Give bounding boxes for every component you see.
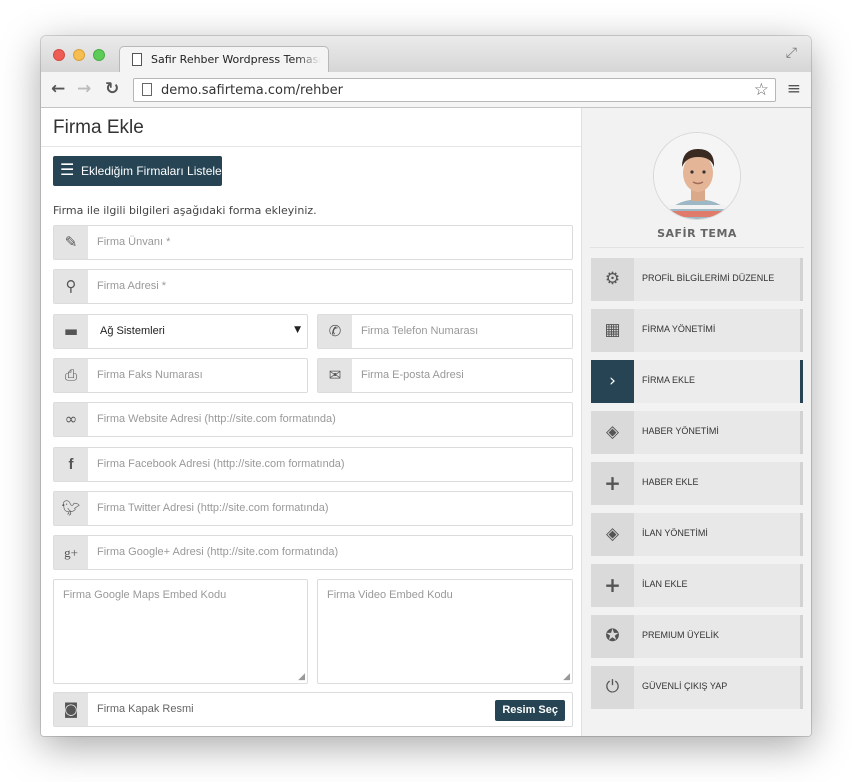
sidebar-item-news-management[interactable]: ◈ HABER YÖNETİMİ xyxy=(591,411,803,454)
bookmark-star-icon[interactable]: ☆ xyxy=(754,80,769,100)
sidebar-item-label: HABER EKLE xyxy=(642,477,699,487)
sidebar-item-label: İLAN YÖNETİMİ xyxy=(642,528,708,538)
browser-toolbar: ← → ↻ demo.safirtema.com/rehber ☆ ≡ xyxy=(41,72,811,108)
divider xyxy=(41,146,581,147)
sidebar-item-label: FİRMA YÖNETİMİ xyxy=(642,324,716,334)
maps-embed-placeholder: Firma Google Maps Embed Kodu xyxy=(63,589,227,601)
video-embed-textarea[interactable]: Firma Video Embed Kodu ◢ xyxy=(317,579,573,684)
profile-name: SAFİR TEMA xyxy=(657,227,737,240)
sidebar-item-premium[interactable]: ✪ PREMIUM ÜYELİK xyxy=(591,615,803,658)
browser-window: Safir Rehber Wordpress Teması ⤢ ← → ↻ de… xyxy=(41,36,811,736)
category-selected-value: Ağ Sistemleri xyxy=(100,325,165,337)
choose-image-button[interactable]: Resim Seç xyxy=(495,700,565,721)
sidebar-item-label: GÜVENLİ ÇIKIŞ YAP xyxy=(642,681,728,691)
cover-image-field[interactable]: ◙ Firma Kapak Resmi Resim Seç xyxy=(53,692,573,727)
minimize-window-button[interactable] xyxy=(73,49,85,61)
list-icon: ☰ xyxy=(60,160,75,179)
facebook-icon: f xyxy=(54,448,88,481)
twitter-icon: 🐦︎ xyxy=(54,492,88,525)
forward-arrow-icon[interactable]: → xyxy=(77,80,91,98)
fullscreen-icon[interactable]: ⤢ xyxy=(786,45,797,61)
resize-grip-icon[interactable]: ◢ xyxy=(298,672,305,682)
phone-field[interactable]: ✆ Firma Telefon Numarası xyxy=(317,314,573,349)
sidebar-item-label: İLAN EKLE xyxy=(642,579,688,589)
power-icon: ⏻ xyxy=(591,666,634,709)
avatar-image xyxy=(654,133,740,219)
plus-icon: + xyxy=(591,564,634,607)
sidebar-item-add-company[interactable]: › FİRMA EKLE xyxy=(591,360,803,403)
camera-icon: ◙ xyxy=(54,693,88,726)
plus-icon: + xyxy=(591,462,634,505)
reload-icon[interactable]: ↻ xyxy=(105,80,119,98)
sidebar-item-add-listing[interactable]: + İLAN EKLE xyxy=(591,564,803,607)
hamburger-menu-icon[interactable]: ≡ xyxy=(787,80,801,98)
facebook-field[interactable]: f Firma Facebook Adresi (http://site.com… xyxy=(53,447,573,482)
back-arrow-icon[interactable]: ← xyxy=(51,80,65,98)
fax-field[interactable]: ⎙ Firma Faks Numarası xyxy=(53,358,308,393)
resize-grip-icon[interactable]: ◢ xyxy=(563,672,570,682)
layers-icon: ◈ xyxy=(591,513,634,556)
googleplus-field[interactable]: g+ Firma Google+ Adresi (http://site.com… xyxy=(53,535,573,570)
sidebar-item-edit-profile[interactable]: ⚙ PROFİL BİLGİLERİMİ DÜZENLE xyxy=(591,258,803,301)
video-embed-placeholder: Firma Video Embed Kodu xyxy=(327,589,453,601)
intro-text: Firma ile ilgili bilgileri aşağıdaki for… xyxy=(53,204,317,217)
website-field[interactable]: ∞ Firma Website Adresi (http://site.com … xyxy=(53,402,573,437)
title-bar: Safir Rehber Wordpress Teması ⤢ xyxy=(41,36,811,73)
email-field[interactable]: ✉ Firma E-posta Adresi xyxy=(317,358,573,393)
envelope-icon: ✉ xyxy=(318,359,352,392)
gear-icon: ⚙ xyxy=(591,258,634,301)
url-text[interactable]: demo.safirtema.com/rehber xyxy=(161,83,343,98)
facebook-placeholder: Firma Facebook Adresi (http://site.com f… xyxy=(97,458,345,470)
award-icon: ✪ xyxy=(591,615,634,658)
sidebar: SAFİR TEMA ⚙ PROFİL BİLGİLERİMİ DÜZENLE … xyxy=(581,108,811,736)
address-bar[interactable]: demo.safirtema.com/rehber ☆ xyxy=(133,78,776,102)
phone-icon: ✆ xyxy=(318,315,352,348)
sidebar-item-label: PREMIUM ÜYELİK xyxy=(642,630,720,640)
category-select[interactable]: ▬ Ağ Sistemleri ▼ xyxy=(53,314,308,349)
browser-tab[interactable]: Safir Rehber Wordpress Teması xyxy=(119,46,329,73)
googleplus-placeholder: Firma Google+ Adresi (http://site.com fo… xyxy=(97,546,339,558)
website-placeholder: Firma Website Adresi (http://site.com fo… xyxy=(97,413,336,425)
zoom-window-button[interactable] xyxy=(93,49,105,61)
company-address-field[interactable]: ⚲ Firma Adresi * xyxy=(53,269,573,304)
page-content: Firma Ekle ☰ Eklediğim Firmaları Listele… xyxy=(41,108,811,736)
link-icon: ∞ xyxy=(54,403,88,436)
tab-title: Safir Rehber Wordpress Teması xyxy=(151,53,321,66)
close-window-button[interactable] xyxy=(53,49,65,61)
divider xyxy=(590,247,804,248)
sidebar-item-add-news[interactable]: + HABER EKLE xyxy=(591,462,803,505)
sidebar-item-logout[interactable]: ⏻ GÜVENLİ ÇIKIŞ YAP xyxy=(591,666,803,709)
maps-embed-textarea[interactable]: Firma Google Maps Embed Kodu ◢ xyxy=(53,579,308,684)
page-icon xyxy=(142,83,152,96)
email-placeholder: Firma E-posta Adresi xyxy=(361,369,464,381)
layers-icon: ◈ xyxy=(591,411,634,454)
building-icon: ▦ xyxy=(591,309,634,352)
main-panel: Firma Ekle ☰ Eklediğim Firmaları Listele… xyxy=(41,108,581,736)
location-pin-icon: ⚲ xyxy=(54,270,88,303)
avatar[interactable] xyxy=(653,132,741,220)
sidebar-item-label: HABER YÖNETİMİ xyxy=(642,426,719,436)
pen-icon: ✎ xyxy=(54,226,88,259)
sidebar-item-listing-management[interactable]: ◈ İLAN YÖNETİMİ xyxy=(591,513,803,556)
cover-image-placeholder: Firma Kapak Resmi xyxy=(97,703,194,715)
twitter-placeholder: Firma Twitter Adresi (http://site.com fo… xyxy=(97,502,329,514)
sidebar-item-label: FİRMA EKLE xyxy=(642,375,696,385)
printer-icon: ⎙ xyxy=(54,359,88,392)
googleplus-icon: g+ xyxy=(54,536,88,569)
company-name-placeholder: Firma Ünvanı * xyxy=(97,236,171,248)
sidebar-item-company-management[interactable]: ▦ FİRMA YÖNETİMİ xyxy=(591,309,803,352)
dropdown-caret-icon: ▼ xyxy=(294,325,301,335)
chevron-right-icon: › xyxy=(591,360,634,403)
list-companies-button[interactable]: ☰ Eklediğim Firmaları Listele xyxy=(53,156,222,186)
fax-placeholder: Firma Faks Numarası xyxy=(97,369,203,381)
company-address-placeholder: Firma Adresi * xyxy=(97,280,167,292)
list-companies-label: Eklediğim Firmaları Listele xyxy=(81,164,222,178)
company-name-field[interactable]: ✎ Firma Ünvanı * xyxy=(53,225,573,260)
sidebar-item-label: PROFİL BİLGİLERİMİ DÜZENLE xyxy=(642,273,775,283)
page-title: Firma Ekle xyxy=(53,117,144,138)
phone-placeholder: Firma Telefon Numarası xyxy=(361,325,479,337)
page-icon xyxy=(132,53,142,66)
folder-icon: ▬ xyxy=(54,315,88,348)
twitter-field[interactable]: 🐦︎ Firma Twitter Adresi (http://site.com… xyxy=(53,491,573,526)
